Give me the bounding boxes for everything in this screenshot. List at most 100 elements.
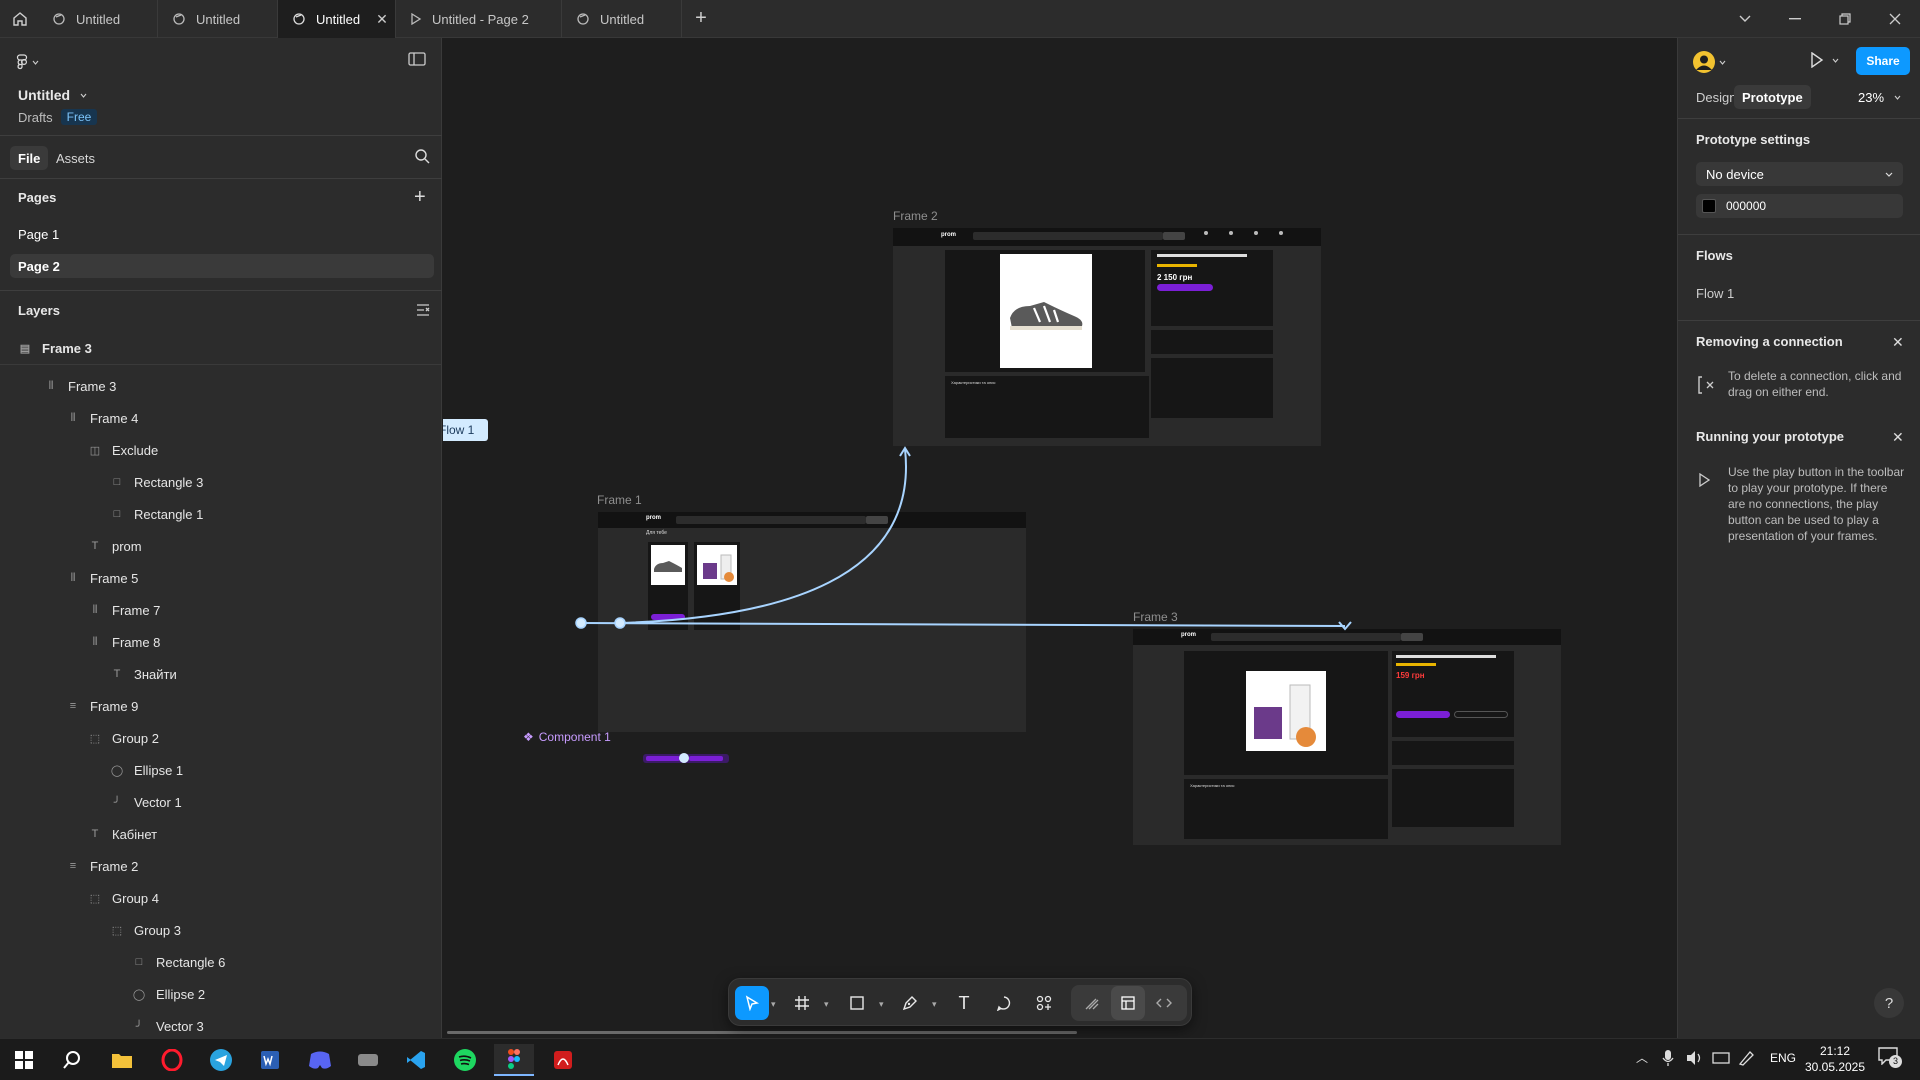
notifications-icon[interactable]: 3: [1878, 1047, 1902, 1069]
text-tool-icon[interactable]: T: [947, 986, 981, 1020]
bottom-toolbar: ▾ ▾ ▾ ▾ T: [728, 978, 1192, 1026]
share-button[interactable]: Share: [1856, 47, 1910, 75]
layer-row[interactable]: □ Rectangle 1: [110, 498, 204, 530]
close-icon[interactable]: ✕: [1892, 334, 1904, 351]
spotify-icon[interactable]: [445, 1044, 485, 1076]
help-button[interactable]: ?: [1874, 988, 1904, 1018]
opera-icon[interactable]: [152, 1044, 192, 1076]
chevron-down-icon[interactable]: ▾: [879, 999, 884, 1010]
color-hex-value[interactable]: 000000: [1726, 199, 1766, 213]
user-avatar-button[interactable]: [1692, 50, 1726, 74]
close-icon[interactable]: ✕: [376, 11, 388, 28]
discord-icon[interactable]: [300, 1044, 340, 1076]
pen-tool-icon[interactable]: [893, 986, 927, 1020]
comment-tool-icon[interactable]: [987, 986, 1021, 1020]
clock[interactable]: 21:12 30.05.2025: [1800, 1043, 1870, 1075]
dev-mode-icon[interactable]: [1147, 986, 1181, 1020]
layer-row[interactable]: ⦀ Frame 4: [66, 402, 139, 434]
app-icon[interactable]: [348, 1044, 388, 1076]
removing-connection-heading: Removing a connection: [1696, 334, 1843, 349]
design-mode-icon[interactable]: [1111, 986, 1145, 1020]
main-menu-button[interactable]: [16, 52, 48, 72]
close-icon[interactable]: ✕: [1892, 429, 1904, 446]
rectangle-icon: □: [113, 476, 121, 488]
canvas[interactable]: Frame 2 prom 2 150 грн Характеристики та…: [443, 38, 1677, 1038]
horizontal-scrollbar[interactable]: [447, 1031, 1077, 1034]
file-explorer-icon[interactable]: [102, 1044, 142, 1076]
tab-untitled-1[interactable]: Untitled: [38, 0, 158, 38]
speaker-icon[interactable]: [1686, 1050, 1704, 1069]
windows-start-icon[interactable]: [4, 1044, 44, 1076]
frame-tool-icon[interactable]: [785, 986, 819, 1020]
device-select[interactable]: No device: [1696, 162, 1903, 186]
new-tab-plus-icon[interactable]: +: [690, 8, 712, 30]
layer-row[interactable]: ≡ Frame 2: [66, 850, 139, 882]
minimize-icon[interactable]: [1770, 0, 1820, 38]
home-icon[interactable]: [8, 8, 32, 30]
layer-row[interactable]: ⦀ Frame 3: [44, 370, 117, 402]
layer-row[interactable]: ◫ Exclude: [88, 434, 158, 466]
chevron-down-icon[interactable]: [1720, 0, 1770, 38]
restore-icon[interactable]: [1820, 0, 1870, 38]
page-item-2-selected[interactable]: Page 2: [10, 254, 434, 278]
background-color-field[interactable]: 000000: [1696, 194, 1903, 218]
layer-row[interactable]: T Знайти: [110, 658, 177, 690]
layer-row[interactable]: ⬚ Group 2: [88, 722, 159, 754]
tab-untitled-page-2[interactable]: Untitled - Page 2: [396, 0, 562, 38]
layer-row[interactable]: ◯ Ellipse 2: [132, 978, 205, 1010]
collapse-layers-icon[interactable]: [416, 304, 430, 319]
chevron-up-icon[interactable]: ︿: [1636, 1049, 1648, 1066]
layer-row[interactable]: □ Rectangle 3: [110, 466, 204, 498]
rectangle-tool-icon[interactable]: [840, 986, 874, 1020]
tab-design[interactable]: Design: [1696, 90, 1736, 105]
layer-row[interactable]: ⦀ Frame 5: [66, 562, 139, 594]
add-page-plus-icon[interactable]: +: [414, 186, 426, 209]
layer-row[interactable]: ≡ Frame 9: [66, 690, 139, 722]
layer-row[interactable]: Tprom: [88, 530, 142, 562]
tab-untitled-active[interactable]: Untitled ✕: [278, 0, 396, 38]
draw-mode-icon[interactable]: [1075, 986, 1109, 1020]
figma-taskbar-icon[interactable]: [494, 1044, 534, 1076]
layer-row[interactable]: ◯ Ellipse 1: [110, 754, 183, 786]
tab-file[interactable]: File: [10, 146, 49, 170]
layer-row[interactable]: ⦀ Frame 8: [88, 626, 161, 658]
layer-row[interactable]: T Кабінет: [88, 818, 157, 850]
vscode-icon[interactable]: [396, 1044, 436, 1076]
telegram-icon[interactable]: [201, 1044, 241, 1076]
tab-prototype[interactable]: Prototype: [1734, 85, 1811, 109]
search-icon[interactable]: [52, 1044, 92, 1076]
chevron-down-icon[interactable]: ▾: [771, 999, 776, 1010]
microphone-icon[interactable]: [1662, 1049, 1674, 1070]
present-button[interactable]: [1810, 52, 1839, 68]
flow-item[interactable]: Flow 1: [1696, 286, 1734, 301]
tab-untitled-2[interactable]: Untitled: [158, 0, 278, 38]
layer-root-frame[interactable]: ▤ Frame 3: [18, 332, 92, 364]
file-icon: [173, 13, 185, 25]
file-title[interactable]: Untitled: [18, 87, 87, 103]
move-tool-cursor-icon[interactable]: [735, 986, 769, 1020]
network-icon[interactable]: [1712, 1050, 1730, 1069]
layer-row[interactable]: ⬚ Group 3: [110, 914, 181, 946]
layer-row[interactable]: □ Rectangle 6: [132, 946, 226, 978]
color-swatch[interactable]: [1702, 199, 1716, 213]
sidebar-toggle-icon[interactable]: [408, 52, 426, 68]
layer-row[interactable]: ╯ Vector 1: [110, 786, 182, 818]
zoom-control[interactable]: 23%: [1858, 90, 1901, 105]
actions-tool-icon[interactable]: [1027, 986, 1061, 1020]
acrobat-icon[interactable]: [543, 1044, 583, 1076]
prototype-connections[interactable]: [443, 38, 1677, 1038]
layer-row[interactable]: ⦀ Frame 7: [88, 594, 161, 626]
page-item-1[interactable]: Page 1: [10, 222, 434, 246]
layer-label: Group 4: [112, 890, 159, 906]
pen-input-icon[interactable]: [1738, 1050, 1756, 1069]
window-close-icon[interactable]: [1870, 0, 1920, 38]
layer-row[interactable]: ⬚ Group 4: [88, 882, 159, 914]
tab-untitled-5[interactable]: Untitled: [562, 0, 682, 38]
search-icon[interactable]: [414, 148, 430, 167]
language-indicator[interactable]: ENG: [1770, 1051, 1796, 1065]
chevron-down-icon[interactable]: ▾: [824, 999, 829, 1010]
chevron-down-icon[interactable]: ▾: [932, 999, 937, 1010]
tab-assets[interactable]: Assets: [56, 146, 95, 170]
plan-badge[interactable]: Free: [60, 109, 98, 125]
word-icon[interactable]: [250, 1044, 290, 1076]
